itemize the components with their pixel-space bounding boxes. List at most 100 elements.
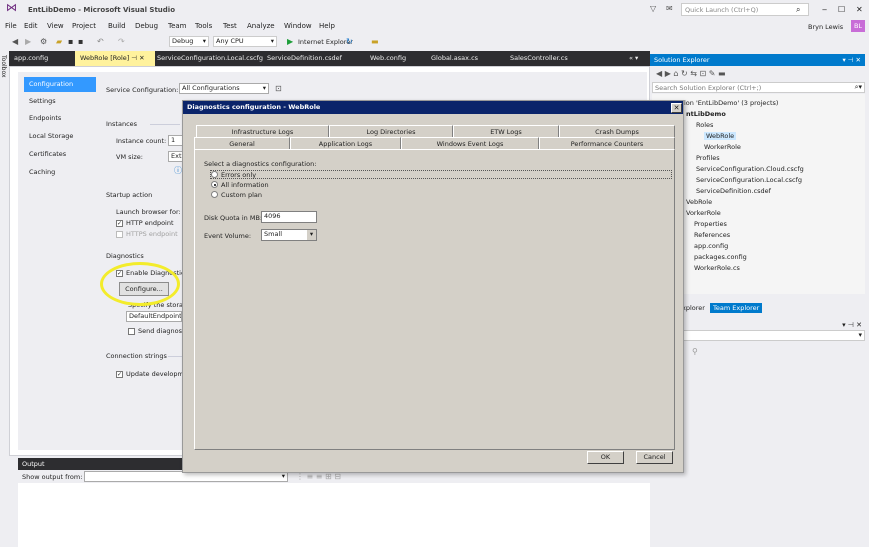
pin-icon[interactable]: ⊣: [131, 54, 137, 62]
custom-plan-radio[interactable]: [211, 191, 218, 198]
nav-endpoints[interactable]: Endpoints: [24, 111, 96, 126]
ok-button[interactable]: OK: [587, 451, 624, 464]
menu-tools[interactable]: Tools: [195, 22, 212, 30]
tree-project-webrole[interactable]: VebRole: [686, 198, 712, 206]
tree-app-config[interactable]: app.config: [694, 242, 728, 250]
maximize-icon[interactable]: ☐: [838, 6, 845, 14]
tab-serviceconfig-local[interactable]: ServiceConfiguration.Local.cscfg: [152, 51, 268, 66]
tree-solution[interactable]: lon 'EntLibDemo' (3 projects): [684, 99, 778, 107]
dialog-close-button[interactable]: ✕: [671, 103, 682, 113]
tab-etw-logs[interactable]: ETW Logs: [453, 125, 559, 137]
browser-link-icon[interactable]: ▬: [371, 38, 379, 46]
solution-config-select[interactable]: Debug ▾: [169, 36, 209, 47]
menu-team[interactable]: Team: [168, 22, 187, 30]
tab-log-directories[interactable]: Log Directories: [329, 125, 453, 137]
service-configuration-select[interactable]: All Configurations ▾: [179, 83, 269, 94]
forward-icon[interactable]: ▶: [25, 38, 31, 46]
menu-help[interactable]: Help: [319, 22, 335, 30]
storage-connection-input[interactable]: DefaultEndpointsP: [126, 311, 182, 322]
menu-debug[interactable]: Debug: [135, 22, 158, 30]
nav-configuration[interactable]: Configuration: [24, 77, 96, 92]
tab-application-logs[interactable]: Application Logs: [290, 137, 401, 149]
tree-profiles[interactable]: Profiles: [696, 154, 720, 162]
tab-webrole[interactable]: WebRole [Role] ⊣ ✕: [75, 51, 155, 66]
tab-infrastructure-logs[interactable]: Infrastructure Logs: [196, 125, 329, 137]
filter-icon[interactable]: ▽: [650, 5, 656, 13]
tab-performance-counters[interactable]: Performance Counters: [539, 137, 675, 149]
tab-salescontroller[interactable]: SalesController.cs: [505, 51, 573, 66]
nav-settings[interactable]: Settings: [24, 94, 96, 109]
copy-config-icon[interactable]: ⊡: [275, 85, 282, 93]
dropdown-arrow-icon: ▾: [202, 37, 206, 45]
new-project-icon[interactable]: ⚙: [40, 38, 47, 46]
tab-overflow-icon[interactable]: « ▾: [624, 51, 643, 66]
menu-analyze[interactable]: Analyze: [247, 22, 275, 30]
tree-references[interactable]: References: [694, 231, 730, 239]
menu-view[interactable]: View: [47, 22, 64, 30]
tree-packages-config[interactable]: packages.config: [694, 253, 747, 261]
nav-local-storage[interactable]: Local Storage: [24, 129, 96, 144]
play-icon[interactable]: ▶: [287, 38, 293, 46]
solution-explorer-search[interactable]: Search Solution Explorer (Ctrl+;) ⌕▾: [652, 82, 865, 93]
feedback-icon[interactable]: ✉: [666, 5, 673, 13]
toolbox-strip[interactable]: Toolbox: [0, 51, 9, 547]
close-tab-icon[interactable]: ✕: [139, 54, 144, 62]
menu-file[interactable]: File: [5, 22, 17, 30]
https-endpoint-label: HTTPS endpoint: [126, 230, 178, 238]
tree-project-workerrole[interactable]: VorkerRole: [686, 209, 721, 217]
http-endpoint-checkbox[interactable]: ✓: [116, 220, 123, 227]
menu-build[interactable]: Build: [108, 22, 126, 30]
errors-only-row: [210, 170, 672, 179]
tab-app-config[interactable]: app.config: [9, 51, 53, 66]
tab-web-config[interactable]: Web.config: [365, 51, 411, 66]
quick-launch-input[interactable]: Quick Launch (Ctrl+Q) ⌕: [681, 3, 809, 16]
nav-certificates[interactable]: Certificates: [24, 147, 96, 162]
close-icon[interactable]: ✕: [856, 6, 863, 14]
undo-icon[interactable]: ↶: [97, 38, 104, 46]
menu-edit[interactable]: Edit: [24, 22, 38, 30]
save-icon[interactable]: ▪: [68, 38, 73, 46]
tab-servicedefinition[interactable]: ServiceDefinition.csdef: [262, 51, 347, 66]
send-diagnostic-checkbox[interactable]: [128, 328, 135, 335]
tree-workerrole[interactable]: WorkerRole: [704, 143, 741, 151]
save-all-icon[interactable]: ▪: [78, 38, 83, 46]
back-icon[interactable]: ◀: [12, 38, 18, 46]
menu-window[interactable]: Window: [284, 22, 312, 30]
update-development-checkbox[interactable]: ✓: [116, 371, 123, 378]
run-browser-label[interactable]: Internet Explorer: [298, 38, 353, 46]
tree-servicedefinition[interactable]: ServiceDefinition.csdef: [696, 187, 771, 195]
tree-project-entlibdemo[interactable]: ntLibDemo: [686, 110, 726, 118]
tab-solution-explorer[interactable]: xplorer: [682, 304, 705, 312]
tab-windows-event-logs[interactable]: Windows Event Logs: [401, 137, 539, 149]
minimize-icon[interactable]: ‒: [822, 6, 827, 14]
panel-controls-icon[interactable]: ▾ ⊣ ✕: [842, 54, 861, 66]
tree-workerrole-cs[interactable]: WorkerRole.cs: [694, 264, 740, 272]
refresh-icon[interactable]: ↻: [346, 38, 353, 46]
tree-webrole-selected[interactable]: WebRole: [704, 132, 737, 140]
nav-caching[interactable]: Caching: [24, 165, 96, 180]
menu-bar: File Edit View Project Build Debug Team …: [0, 19, 869, 33]
search-icon[interactable]: ⌕▾: [855, 83, 862, 92]
menu-project[interactable]: Project: [72, 22, 96, 30]
se-toolbar-icons[interactable]: ◀ ▶ ⌂ ↻ ⇆ ⊡ ✎ ▬: [656, 70, 726, 78]
tab-crash-dumps[interactable]: Crash Dumps: [559, 125, 675, 137]
panel-controls-icon[interactable]: ▾ ⊣ ✕: [842, 321, 862, 329]
tree-serviceconfig-cloud[interactable]: ServiceConfiguration.Cloud.cscfg: [696, 165, 804, 173]
redo-icon[interactable]: ↷: [118, 38, 125, 46]
tree-properties[interactable]: Properties: [694, 220, 727, 228]
menu-test[interactable]: Test: [223, 22, 237, 30]
output-tool-icons[interactable]: ⋮ ≡ ≡ ⊞ ⊟: [296, 473, 341, 481]
tab-team-explorer[interactable]: Team Explorer: [710, 303, 763, 313]
open-icon[interactable]: ▰: [56, 38, 62, 46]
wrench-icon[interactable]: ⚲: [692, 348, 698, 356]
search-icon[interactable]: ⌕: [796, 6, 800, 14]
cancel-button[interactable]: Cancel: [636, 451, 673, 464]
disk-quota-input[interactable]: 4096: [261, 211, 317, 223]
all-information-radio[interactable]: [211, 181, 218, 188]
tree-roles[interactable]: Roles: [696, 121, 713, 129]
errors-only-radio[interactable]: [211, 171, 218, 178]
tab-global-asax[interactable]: Global.asax.cs: [426, 51, 483, 66]
event-volume-select[interactable]: Small ▾: [261, 229, 317, 241]
platform-select[interactable]: Any CPU ▾: [213, 36, 277, 47]
tree-serviceconfig-local[interactable]: ServiceConfiguration.Local.cscfg: [696, 176, 802, 184]
